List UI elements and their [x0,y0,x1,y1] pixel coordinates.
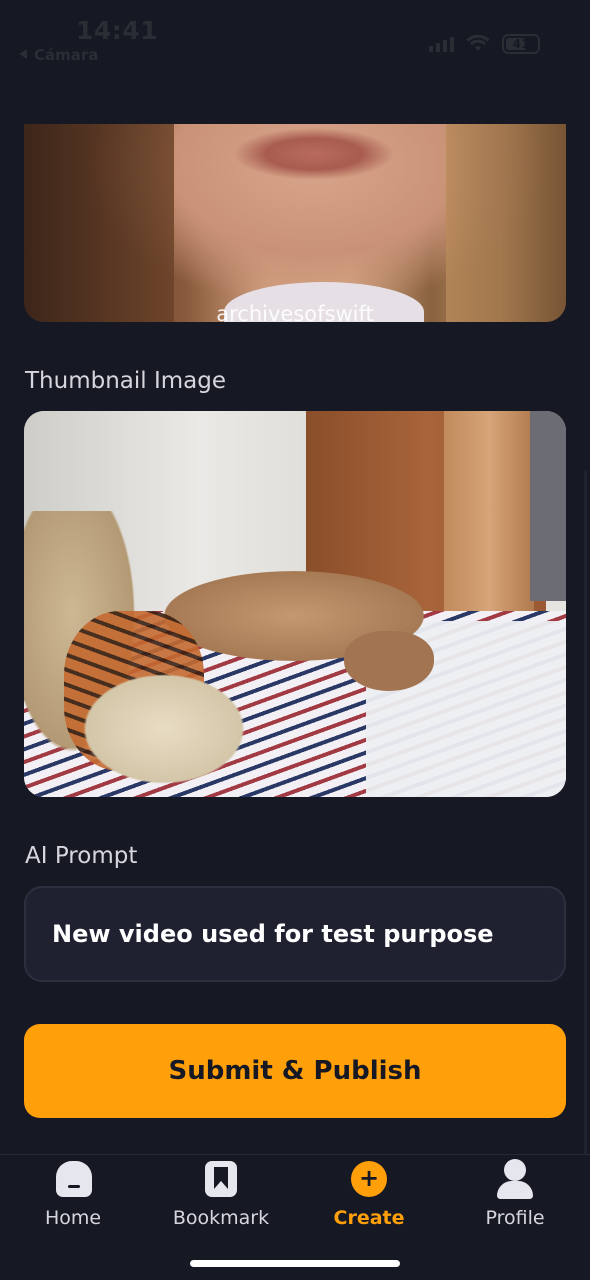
home-indicator[interactable] [190,1260,400,1267]
plus-circle-icon: + [351,1161,387,1197]
ai-prompt-field[interactable]: New video used for test purpose [24,886,566,982]
video-preview[interactable]: archivesofswift [24,124,566,322]
tab-home-label: Home [44,1207,102,1229]
home-icon [56,1161,92,1197]
screen: 14:41 Cámara 41 archivesofswift Thumbnai… [0,0,590,1280]
back-to-app-link[interactable]: Cámara [19,46,98,64]
video-watermark: archivesofswift [216,302,374,322]
tab-home[interactable]: Home [13,1159,133,1239]
battery-level: 41 [512,37,530,51]
wifi-icon [466,35,490,51]
tab-create-label: Create [333,1207,405,1229]
person-icon [495,1159,535,1199]
tab-create[interactable]: + Create [309,1159,429,1239]
tab-profile-label: Profile [485,1207,545,1229]
back-triangle-icon [19,49,27,59]
scrollbar[interactable] [584,470,587,1170]
status-icons: 41 [429,34,540,54]
status-time: 14:41 [76,16,159,45]
tab-profile[interactable]: Profile [455,1159,575,1239]
back-app-label: Cámara [34,46,99,64]
tab-bookmark[interactable]: Bookmark [161,1159,281,1239]
submit-publish-button[interactable]: Submit & Publish [24,1024,566,1118]
ai-prompt-label: AI Prompt [25,843,138,869]
tab-bookmark-label: Bookmark [172,1207,270,1229]
bookmark-icon [205,1161,237,1197]
thumbnail-image[interactable] [24,411,566,797]
battery-icon: 41 [502,34,540,54]
ai-prompt-value: New video used for test purpose [52,920,494,948]
thumbnail-label: Thumbnail Image [25,368,227,394]
cellular-signal-icon [429,36,454,52]
